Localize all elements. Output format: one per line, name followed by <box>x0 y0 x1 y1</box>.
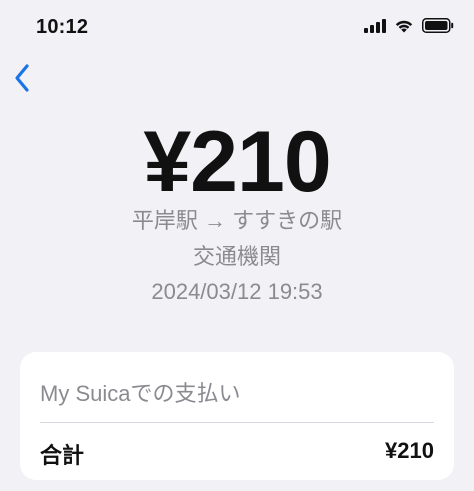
transaction-timestamp: 2024/03/12 19:53 <box>151 279 323 304</box>
status-time: 10:12 <box>36 16 89 38</box>
payment-method-label: My Suicaでの支払い <box>40 381 241 406</box>
status-icons <box>364 18 454 38</box>
chevron-left-icon <box>13 63 31 98</box>
total-value: ¥210 <box>385 438 434 463</box>
transaction-route: 平岸駅 → すすきの駅 <box>131 208 343 233</box>
back-button[interactable] <box>10 62 34 98</box>
payment-summary-card: My Suicaでの支払い 合計 ¥210 <box>20 352 454 480</box>
transaction-category: 交通機関 <box>192 244 281 269</box>
transaction-amount: ¥210 <box>143 114 331 210</box>
card-divider <box>40 422 434 423</box>
signal-icon <box>364 18 386 38</box>
total-label: 合計 <box>40 443 85 468</box>
wifi-icon <box>394 19 414 38</box>
status-bar: 10:12 <box>0 0 474 60</box>
battery-icon <box>422 18 454 38</box>
